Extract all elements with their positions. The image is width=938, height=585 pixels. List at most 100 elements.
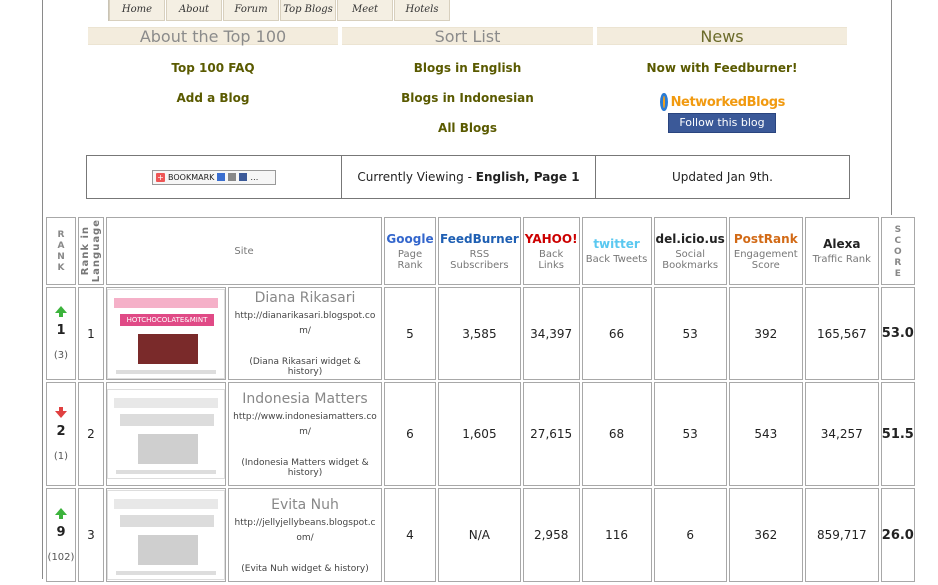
link-add-blog[interactable]: Add a Blog: [88, 91, 338, 105]
site-thumbnail-cell[interactable]: [106, 488, 226, 583]
score-value: 53.0: [880, 287, 915, 381]
pagerank-value: 5: [384, 287, 436, 381]
section-news-title: News: [597, 27, 847, 45]
site-info-cell: Indonesia Matters http://www.indonesiama…: [228, 382, 382, 487]
site-thumbnail[interactable]: HOTCHOCOLATE&MINT: [107, 288, 225, 379]
tweets-value: 68: [581, 382, 652, 487]
bookmark-button[interactable]: + BOOKMARK …: [152, 169, 276, 185]
language-rank: 3: [78, 488, 104, 583]
backlinks-value: 27,615: [522, 382, 580, 487]
header-feedburner: FeedBurner RSS Subscribers: [438, 217, 521, 286]
language-rank: 2: [78, 382, 104, 487]
blog-widget-link[interactable]: (Indonesia Matters widget & history): [233, 458, 377, 478]
site-thumbnail[interactable]: [107, 490, 225, 581]
site-info-cell: Evita Nuh http://jellyjellybeans.blogspo…: [228, 488, 382, 583]
blog-name-link[interactable]: Evita Nuh: [233, 497, 377, 513]
facebook-icon: [239, 173, 248, 181]
rank-cell: 9 (102): [46, 488, 76, 583]
alexa-value: 859,717: [804, 488, 879, 583]
header-postrank: PostRank Engagement Score: [728, 217, 803, 286]
header-google: Google Page Rank: [384, 217, 436, 286]
bookmarks-value: 6: [653, 488, 727, 583]
backlinks-value: 34,397: [522, 287, 580, 381]
top-nav: Home About Forum Top Blogs Meet Hotels: [108, 0, 451, 21]
blog-url-link[interactable]: http://jellyjellybeans.blogspot.com/: [233, 516, 377, 546]
language-rank: 1: [78, 287, 104, 381]
link-feedburner[interactable]: Now with Feedburner!: [597, 61, 847, 75]
nav-meet[interactable]: Meet: [337, 0, 393, 21]
backlinks-value: 2,958: [522, 488, 580, 583]
header-alexa: Alexa Traffic Rank: [804, 217, 879, 286]
frame-border-left: [42, 0, 43, 579]
header-feedburner-label: RSS Subscribers: [450, 248, 509, 271]
nav-home[interactable]: Home: [109, 0, 165, 21]
thumbnail-text: HOTCHOCOLATE&MINT: [120, 313, 214, 326]
blog-widget-link[interactable]: (Diana Rikasari widget & history): [233, 357, 377, 377]
header-alexa-label: Traffic Rank: [812, 254, 871, 266]
yahoo-icon: YAHOO!: [524, 231, 578, 246]
previous-rank: (1): [53, 450, 69, 462]
link-blogs-indonesian[interactable]: Blogs in Indonesian: [342, 91, 593, 105]
rank-value: 1: [56, 323, 66, 339]
link-faq[interactable]: Top 100 FAQ: [88, 61, 338, 75]
postrank-value: 543: [728, 382, 803, 487]
feedburner-icon: FeedBurner: [440, 231, 519, 246]
arrow-down-icon: [55, 406, 67, 418]
blog-name-link[interactable]: Diana Rikasari: [233, 290, 377, 306]
header-google-label: Page Rank: [397, 248, 423, 271]
digg-icon: [228, 173, 237, 181]
link-all-blogs[interactable]: All Blogs: [342, 121, 593, 135]
plus-icon: +: [156, 172, 165, 182]
pagerank-value: 4: [384, 488, 436, 583]
rank-cell: 1 (3): [46, 287, 76, 381]
networkedblogs-icon: [660, 93, 668, 111]
site-info-cell: Diana Rikasari http://dianarikasari.blog…: [228, 287, 382, 381]
nav-forum[interactable]: Forum: [223, 0, 279, 21]
blog-widget-link[interactable]: (Evita Nuh widget & history): [233, 564, 377, 574]
rank-value: 2: [56, 423, 66, 439]
blog-url-link[interactable]: http://www.indonesiamatters.com/: [233, 410, 377, 440]
networkedblogs-text: NetworkedBlogs: [670, 94, 786, 110]
rank-value: 9: [56, 524, 66, 540]
postrank-value: 362: [728, 488, 803, 583]
header-rank-text: RANK: [57, 230, 65, 274]
site-thumbnail-cell[interactable]: [106, 382, 226, 487]
header-rank-language-text: Rank in Language: [80, 218, 102, 282]
arrow-up-icon: [55, 306, 67, 318]
ranking-table: RANK Rank in Language Site Google Page Ra…: [44, 215, 917, 584]
delicious-logo-icon: del.icio.us: [655, 231, 725, 246]
tweets-value: 116: [581, 488, 652, 583]
header-score: SCORE: [880, 217, 915, 286]
postrank-icon: PostRank: [733, 231, 798, 246]
alexa-value: 165,567: [804, 287, 879, 381]
networkedblogs-logo: NetworkedBlogs: [660, 92, 785, 112]
header-rank-language: Rank in Language: [78, 217, 104, 286]
header-site: Site: [106, 217, 382, 286]
postrank-value: 392: [728, 287, 803, 381]
thumbnail-text: [120, 515, 214, 528]
bookmarks-value: 53: [653, 382, 727, 487]
viewing-prefix: Currently Viewing -: [357, 170, 472, 184]
rank-cell: 2 (1): [46, 382, 76, 487]
table-row: 2 (1) 2 Indonesia Matters http://www.ind…: [46, 382, 915, 487]
arrow-up-icon: [55, 507, 67, 519]
nav-top-blogs[interactable]: Top Blogs: [280, 0, 336, 21]
link-blogs-english[interactable]: Blogs in English: [342, 61, 593, 75]
nav-about[interactable]: About: [166, 0, 222, 21]
table-row: 1 (3) 1 HOTCHOCOLATE&MINT Diana Rikasari…: [46, 287, 915, 381]
nav-hotels[interactable]: Hotels: [394, 0, 450, 21]
site-thumbnail[interactable]: [107, 389, 225, 480]
rss-value: 1,605: [438, 382, 521, 487]
blog-url-link[interactable]: http://dianarikasari.blogspot.com/: [233, 309, 377, 339]
follow-blog-button[interactable]: Follow this blog: [668, 113, 776, 133]
more-icon: …: [250, 172, 259, 182]
score-value: 51.5: [880, 382, 915, 487]
updated-cell: Updated Jan 9th.: [672, 170, 773, 184]
blog-name-link[interactable]: Indonesia Matters: [233, 391, 377, 407]
header-rank: RANK: [46, 217, 76, 286]
header-delicious-label: Social Bookmarks: [662, 248, 719, 271]
header-twitter-label: Back Tweets: [585, 254, 648, 266]
tweets-value: 66: [581, 287, 652, 381]
google-icon: Google: [386, 231, 434, 246]
site-thumbnail-cell[interactable]: HOTCHOCOLATE&MINT: [106, 287, 226, 381]
